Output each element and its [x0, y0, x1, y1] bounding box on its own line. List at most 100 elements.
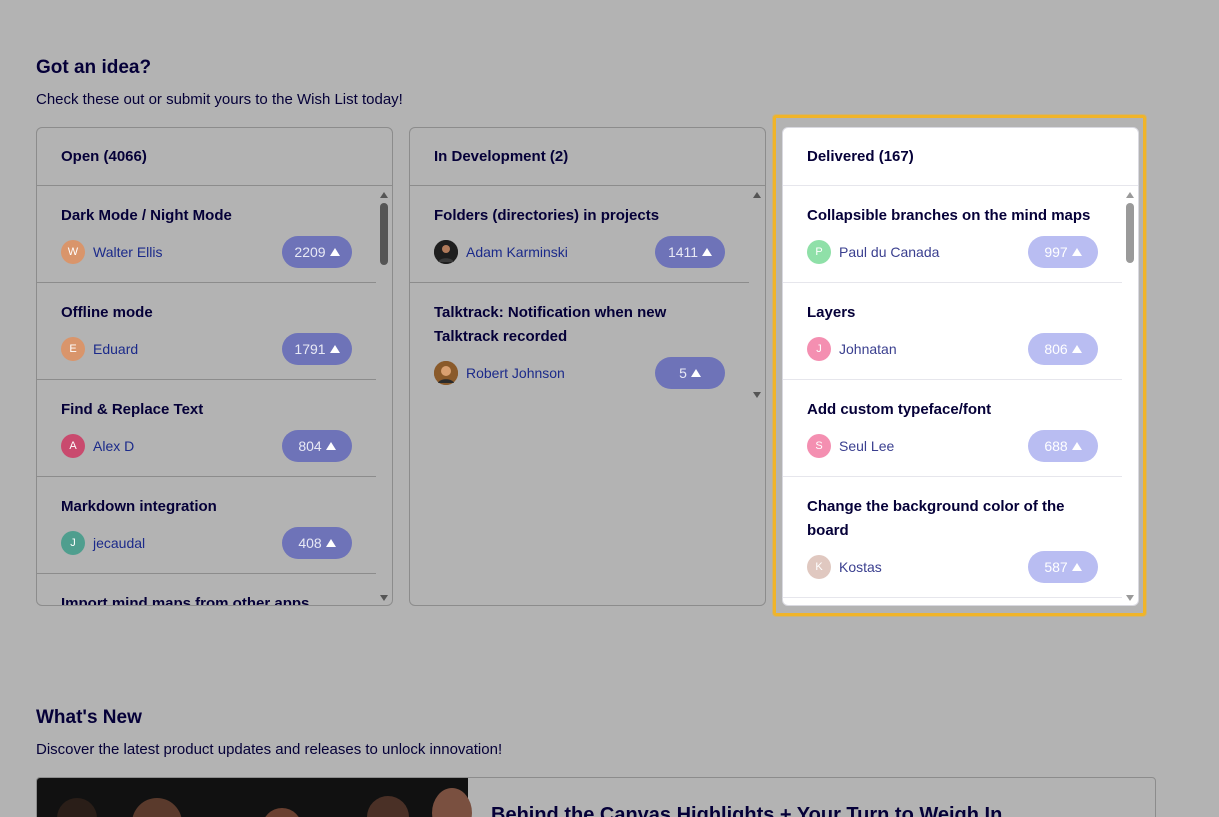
- whats-new-title: What's New: [36, 707, 142, 728]
- upvote-arrow-icon: [1071, 442, 1082, 450]
- item-title[interactable]: Find & Replace Text: [61, 398, 352, 422]
- avatar: S: [807, 434, 831, 458]
- column-list-in-development[interactable]: Folders (directories) in projects Adam K…: [410, 186, 749, 402]
- list-item[interactable]: Find & Replace Text A Alex D 804: [37, 380, 376, 477]
- vote-count: 997: [1044, 244, 1068, 260]
- avatar: A: [61, 434, 85, 458]
- item-title[interactable]: Dark Mode / Night Mode: [61, 204, 352, 228]
- column-delivered: Delivered (167) Collapsible branches on …: [782, 127, 1139, 606]
- column-header-in-development: In Development (2): [410, 128, 765, 186]
- author-name[interactable]: Eduard: [93, 341, 138, 357]
- author[interactable]: W Walter Ellis: [61, 240, 163, 264]
- person-figure: [367, 796, 409, 817]
- author-name[interactable]: Seul Lee: [839, 438, 894, 454]
- author-name[interactable]: Paul du Canada: [839, 244, 939, 260]
- scroll-up-icon[interactable]: [753, 192, 761, 198]
- news-card-image: [37, 778, 472, 817]
- scroll-thumb[interactable]: [1126, 203, 1134, 263]
- list-item[interactable]: Talktrack: Notification when new Talktra…: [410, 283, 749, 402]
- author[interactable]: J jecaudal: [61, 531, 145, 555]
- upvote-button[interactable]: 997: [1028, 236, 1098, 268]
- vote-count: 688: [1044, 438, 1068, 454]
- author-name[interactable]: Adam Karminski: [466, 244, 568, 260]
- upvote-arrow-icon: [329, 345, 340, 353]
- list-item[interactable]: Markdown integration J jecaudal 408: [37, 477, 376, 574]
- wishlist-subtitle: Check these out or submit yours to the W…: [36, 91, 403, 108]
- upvote-button[interactable]: 804: [282, 430, 352, 462]
- author[interactable]: Adam Karminski: [434, 240, 568, 264]
- item-title[interactable]: Talktrack: Notification when new Talktra…: [434, 301, 725, 349]
- avatar: K: [807, 555, 831, 579]
- author-name[interactable]: Walter Ellis: [93, 244, 163, 260]
- upvote-button[interactable]: 1411: [655, 236, 725, 268]
- scrollbar[interactable]: [749, 186, 765, 402]
- scroll-up-icon[interactable]: [380, 192, 388, 198]
- scroll-up-icon[interactable]: [1126, 192, 1134, 198]
- scroll-down-icon[interactable]: [753, 392, 761, 398]
- upvote-arrow-icon: [690, 369, 701, 377]
- list-item[interactable]: Layers J Johnatan 806: [783, 283, 1122, 380]
- author[interactable]: S Seul Lee: [807, 434, 894, 458]
- whats-new-subtitle: Discover the latest product updates and …: [36, 741, 503, 758]
- item-title[interactable]: Markdown integration: [61, 495, 352, 519]
- vote-count: 5: [679, 365, 687, 381]
- avatar: W: [61, 240, 85, 264]
- column-open: Open (4066) Dark Mode / Night Mode W Wal…: [36, 127, 393, 606]
- author[interactable]: J Johnatan: [807, 337, 897, 361]
- item-title[interactable]: Folders (directories) in projects: [434, 204, 725, 228]
- vote-count: 587: [1044, 559, 1068, 575]
- vote-count: 1411: [667, 244, 699, 260]
- upvote-arrow-icon: [1071, 248, 1082, 256]
- author[interactable]: A Alex D: [61, 434, 134, 458]
- column-list-open[interactable]: Dark Mode / Night Mode W Walter Ellis 22…: [37, 186, 376, 605]
- author[interactable]: Robert Johnson: [434, 361, 565, 385]
- column-header-delivered: Delivered (167): [783, 128, 1138, 186]
- author-name[interactable]: Johnatan: [839, 341, 897, 357]
- upvote-button[interactable]: 688: [1028, 430, 1098, 462]
- upvote-arrow-icon: [1071, 345, 1082, 353]
- author-name[interactable]: Alex D: [93, 438, 134, 454]
- item-title[interactable]: Layers: [807, 301, 1098, 325]
- scrollbar[interactable]: [1122, 186, 1138, 605]
- column-list-delivered[interactable]: Collapsible branches on the mind maps P …: [783, 186, 1122, 605]
- item-title[interactable]: Change the background color of the board: [807, 495, 1098, 543]
- scrollbar[interactable]: [376, 186, 392, 605]
- scroll-thumb[interactable]: [380, 203, 388, 265]
- list-item[interactable]: Collapsible branches on the mind maps P …: [783, 186, 1122, 283]
- vote-count: 804: [298, 438, 322, 454]
- upvote-arrow-icon: [325, 442, 336, 450]
- scroll-down-icon[interactable]: [380, 595, 388, 601]
- upvote-button[interactable]: 1791: [282, 333, 352, 365]
- author[interactable]: E Eduard: [61, 337, 138, 361]
- news-card-title[interactable]: Behind the Canvas Highlights + Your Turn…: [491, 804, 1002, 817]
- vote-count: 1791: [294, 341, 326, 357]
- author-name[interactable]: Robert Johnson: [466, 365, 565, 381]
- vote-count: 2209: [294, 244, 326, 260]
- upvote-button[interactable]: 806: [1028, 333, 1098, 365]
- column-in-development: In Development (2) Folders (directories)…: [409, 127, 766, 606]
- author-name[interactable]: jecaudal: [93, 535, 145, 551]
- list-item[interactable]: Folders (directories) in projects Adam K…: [410, 186, 749, 283]
- upvote-button[interactable]: 2209: [282, 236, 352, 268]
- item-title[interactable]: Add custom typeface/font: [807, 398, 1098, 422]
- item-title[interactable]: Import mind maps from other apps: [61, 592, 352, 605]
- news-card[interactable]: Behind the Canvas Highlights + Your Turn…: [36, 777, 1156, 817]
- author[interactable]: P Paul du Canada: [807, 240, 939, 264]
- upvote-button[interactable]: 408: [282, 527, 352, 559]
- avatar: J: [61, 531, 85, 555]
- list-item[interactable]: Import mind maps from other apps: [37, 574, 376, 605]
- scroll-down-icon[interactable]: [1126, 595, 1134, 601]
- avatar: J: [807, 337, 831, 361]
- list-item[interactable]: Change the background color of the board…: [783, 477, 1122, 598]
- author[interactable]: K Kostas: [807, 555, 882, 579]
- author-name[interactable]: Kostas: [839, 559, 882, 575]
- list-item[interactable]: Dark Mode / Night Mode W Walter Ellis 22…: [37, 186, 376, 283]
- person-figure: [132, 798, 182, 817]
- upvote-button[interactable]: 5: [655, 357, 725, 389]
- list-item[interactable]: Add custom typeface/font S Seul Lee 688: [783, 380, 1122, 477]
- item-title[interactable]: Collapsible branches on the mind maps: [807, 204, 1098, 228]
- list-item[interactable]: Offline mode E Eduard 1791: [37, 283, 376, 380]
- item-title[interactable]: Offline mode: [61, 301, 352, 325]
- upvote-arrow-icon: [329, 248, 340, 256]
- upvote-button[interactable]: 587: [1028, 551, 1098, 583]
